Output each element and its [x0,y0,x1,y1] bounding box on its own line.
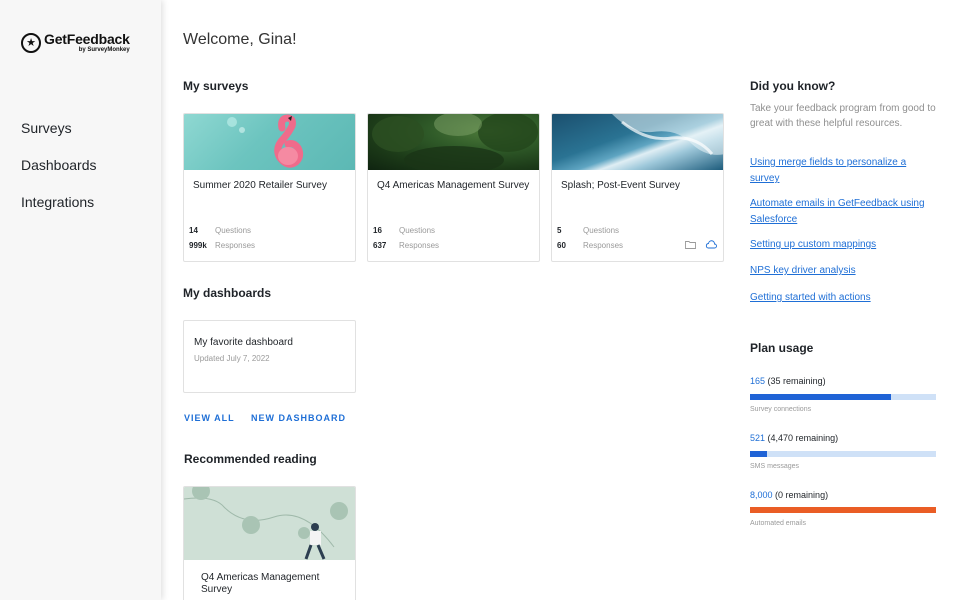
usage-remaining: (0 remaining) [775,490,829,500]
plan-usage-heading: Plan usage [750,341,814,355]
recommended-reading-heading: Recommended reading [184,452,317,466]
survey-title: Summer 2020 Retailer Survey [193,180,327,191]
sidebar-item-dashboards[interactable]: Dashboards [21,155,97,192]
reading-title: Q4 Americas Management Survey [201,572,320,595]
tip-link-getting-started-actions[interactable]: Getting started with actions [750,290,936,306]
sidebar-item-integrations[interactable]: Integrations [21,192,97,229]
usage-bar [750,507,936,513]
logo-text: GetFeedback by SurveyMonkey [44,32,130,54]
usage-remaining: (35 remaining) [767,376,826,386]
tip-link-nps-key-driver[interactable]: NPS key driver analysis [750,263,936,279]
tips-description: Take your feedback program from good to … [750,103,936,129]
questions-stat: 16 Questions [373,226,435,235]
responses-label: Responses [583,241,624,250]
usage-bar [750,451,936,457]
survey-card[interactable]: Summer 2020 Retailer Survey 14 Questions… [183,113,356,262]
usage-remaining: (4,470 remaining) [767,433,839,443]
tip-link-custom-mappings[interactable]: Setting up custom mappings [750,237,936,253]
usage-used: 8,000 [750,490,773,500]
usage-bar [750,394,936,400]
usage-used: 165 [750,376,766,386]
my-dashboards-heading: My dashboards [183,286,272,300]
sidebar-nav: Surveys Dashboards Integrations [21,118,97,229]
responses-stat: 637 Responses [373,241,439,250]
sidebar-item-surveys[interactable]: Surveys [21,118,97,155]
usage-sms-messages: 521 (4,470 remaining) [750,433,838,443]
responses-count: 637 [373,241,387,250]
dashboard-updated: Updated July 7, 2022 [194,354,270,363]
getfeedback-logo[interactable]: ★ GetFeedback by SurveyMonkey [21,32,130,54]
my-surveys-heading: My surveys [183,79,249,93]
reading-thumbnail [184,487,355,560]
survey-title: Q4 Americas Management Survey [377,180,530,191]
view-all-button[interactable]: VIEW ALL [184,413,235,423]
usage-automated-emails: 8,000 (0 remaining) [750,490,828,500]
responses-count: 60 [557,241,566,250]
questions-label: Questions [583,226,620,235]
questions-label: Questions [399,226,436,235]
logo-subtitle: by SurveyMonkey [78,47,130,53]
forest-image [372,114,538,170]
responses-count: 999k [189,241,207,250]
survey-thumbnail-flamingo [184,114,355,170]
usage-used: 521 [750,433,766,443]
waves-image [612,114,723,155]
responses-label: Responses [399,241,440,250]
responses-stat: 60 Responses [557,241,623,250]
flamingo-image [227,114,304,168]
usage-bar-fill [750,394,892,400]
star-logo-icon: ★ [21,33,41,53]
tip-link-merge-fields[interactable]: Using merge fields to personalize a surv… [750,155,936,187]
questions-stat: 14 Questions [189,226,251,235]
survey-title: Splash; Post-Event Survey [561,180,680,191]
new-dashboard-button[interactable]: NEW DASHBOARD [251,413,346,423]
usage-bar-fill [750,451,767,457]
responses-label: Responses [215,241,256,250]
questions-count: 16 [373,226,382,235]
survey-card[interactable]: Q4 Americas Management Survey 16 Questio… [367,113,540,262]
questions-count: 5 [557,226,562,235]
main-content: Welcome, Gina! My surveys Summer 2020 Re… [161,0,960,600]
responses-stat: 999k Responses [189,241,255,250]
usage-survey-connections: 165 (35 remaining) [750,376,826,386]
tip-link-automate-emails[interactable]: Automate emails in GetFeedback using Sal… [750,196,936,228]
illustration-image [184,487,348,560]
questions-count: 14 [189,226,198,235]
usage-label: Automated emails [750,520,807,527]
survey-thumbnail-waves [552,114,723,170]
survey-thumbnail-forest [368,114,539,170]
survey-card[interactable]: Splash; Post-Event Survey 5 Questions 60… [551,113,724,262]
usage-bar-fill [750,507,936,513]
logo-name: GetFeedback [44,31,130,47]
did-you-know-heading: Did you know? [750,79,836,93]
folder-icon[interactable] [685,240,696,251]
questions-label: Questions [215,226,252,235]
dashboard-title: My favorite dashboard [194,337,293,348]
sidebar: ★ GetFeedback by SurveyMonkey Surveys Da… [0,0,161,600]
reading-card[interactable]: Q4 Americas Management Survey [183,486,356,600]
dashboard-card[interactable]: My favorite dashboard Updated July 7, 20… [183,320,356,393]
usage-label: Survey connections [750,406,812,413]
questions-stat: 5 Questions [557,226,619,235]
usage-label: SMS messages [750,463,800,470]
welcome-heading: Welcome, Gina! [183,31,297,48]
cloud-icon[interactable] [705,240,717,251]
